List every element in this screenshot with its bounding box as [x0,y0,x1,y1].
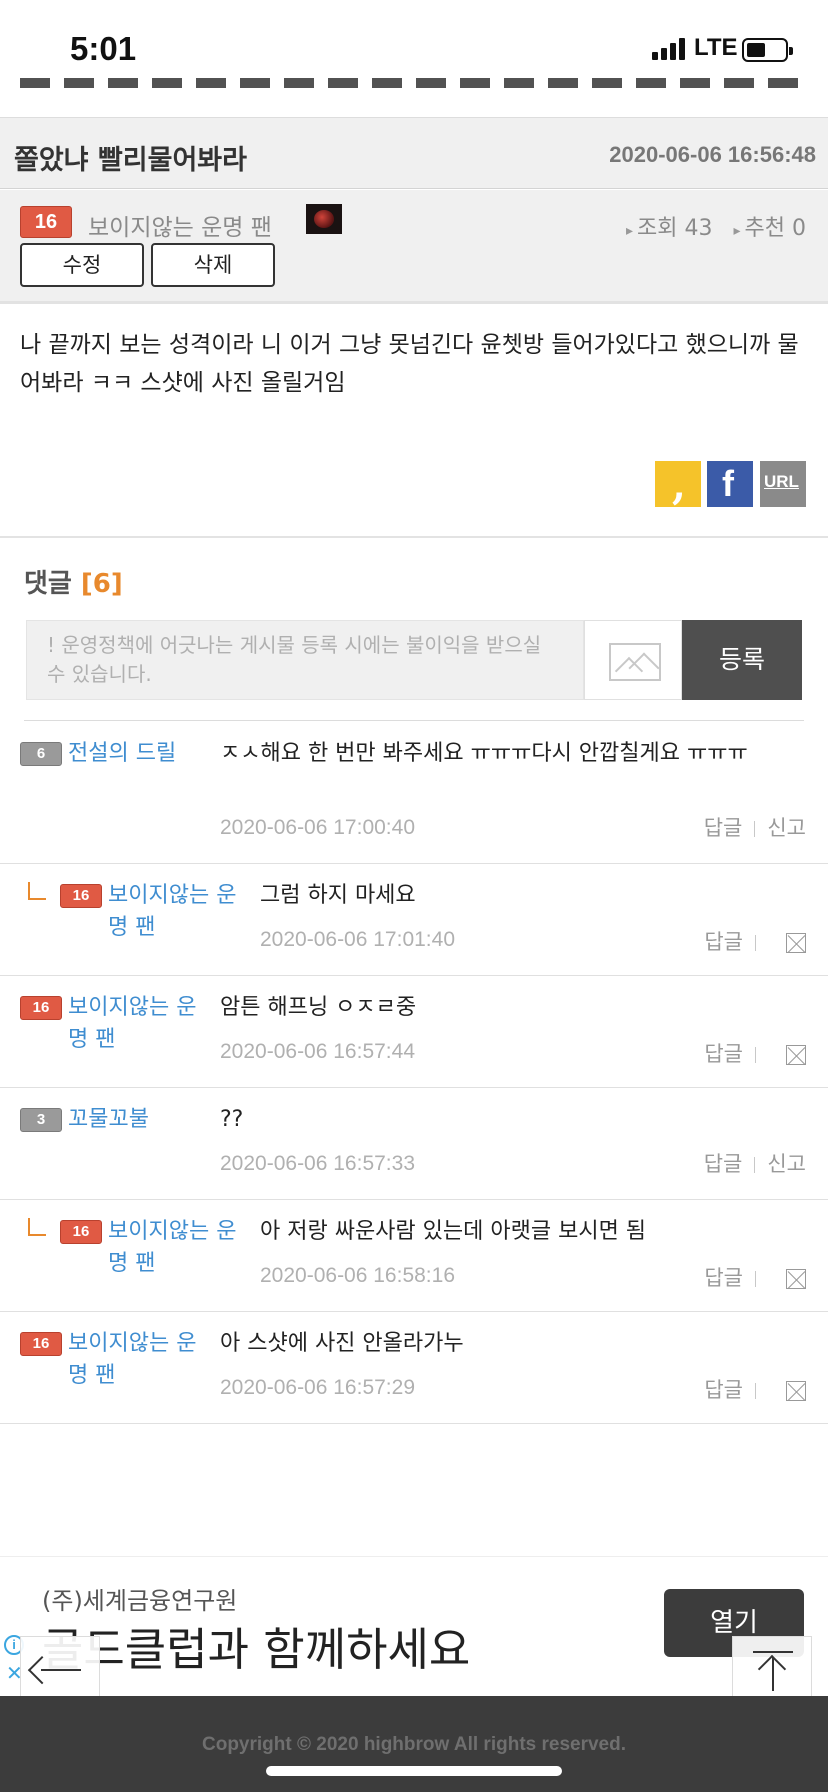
kakao-share-button[interactable]: , [655,461,701,509]
delete-comment-icon[interactable] [786,1045,806,1065]
reply-button[interactable]: 답글 [704,1378,743,1402]
reply-button[interactable]: 답글 [704,816,743,840]
comment-item: 16 보이지않는 운명 팬 아 스샷에 사진 안올라가누 2020-06-06 … [0,1312,828,1424]
delete-comment-icon[interactable] [786,933,806,953]
comment-level-badge: 6 [20,742,62,766]
comment-item: 16 보이지않는 운명 팬 아 저랑 싸운사람 있는데 아랫글 보시면 됨 20… [0,1200,828,1312]
comment-item: 16 보이지않는 운명 팬 암튼 해프닝 ㅇㅈㄹ중 2020-06-06 16:… [0,976,828,1088]
delete-comment-icon[interactable] [786,1381,806,1401]
comment-item: 16 보이지않는 운명 팬 그럼 하지 마세요 2020-06-06 17:01… [0,864,828,976]
footer-copyright: Copyright © 2020 highbrow All rights res… [202,1734,626,1755]
status-bar: 5:01 LTE [0,0,828,100]
comment-author[interactable]: 보이지않는 운명 팬 [108,1216,238,1280]
comment-submit-button[interactable]: 등록 [682,620,802,700]
facebook-share-button[interactable]: f [707,461,753,507]
url-share-button[interactable]: URL [760,461,806,507]
reply-button[interactable]: 답글 [704,1266,743,1290]
comment-level-badge: 16 [20,996,62,1020]
reply-button[interactable]: 답글 [704,1042,743,1066]
post-title: 쫄았냐 빨리물어봐라 [14,145,247,176]
comment-author[interactable]: 보이지않는 운명 팬 [108,880,238,944]
divider [24,720,804,721]
comment-actions: 답글 [704,1038,806,1068]
ad-headline: 골드클럽과 함께하세요 [42,1623,471,1676]
comment-actions: 답글 [704,1374,806,1404]
author-level-badge: 16 [20,206,72,238]
post-title-bar: 쫄았냐 빨리물어봐라 2020-06-06 16:56:48 [0,117,828,189]
ad-banner[interactable]: (주)세계금융연구원 골드클럽과 함께하세요 열기 i ✕ [0,1556,828,1686]
comment-author[interactable]: 꼬물꼬불 [68,1104,208,1136]
scroll-top-icon [753,1651,793,1653]
reply-button[interactable]: 답글 [704,1152,743,1176]
reply-button[interactable]: 답글 [704,930,743,954]
comment-text: 아 스샷에 사진 안올라가누 [220,1331,464,1356]
comment-item: 6 전설의 드릴 ㅈㅅ해요 한 번만 봐주세요 ㅠㅠㅠ다시 안깝칠게요 ㅠㅠㅠ … [0,722,828,864]
edit-button[interactable]: 수정 [20,243,144,287]
comment-date: 2020-06-06 17:01:40 [260,928,455,951]
comment-level-badge: 16 [60,1220,102,1244]
caret-icon: ▸ [733,223,741,239]
signal-icon [652,36,690,60]
comment-level-badge: 16 [60,884,102,908]
back-button[interactable] [20,1636,100,1702]
views-count: 조회 43 [637,216,713,241]
comment-date: 2020-06-06 16:57:29 [220,1376,415,1399]
url-share-label: URL [764,472,799,491]
author-avatar [306,204,342,234]
image-icon [609,643,661,681]
comment-actions: 답글 신고 [704,812,806,842]
comment-text: 아 저랑 싸운사람 있는데 아랫글 보시면 됨 [260,1219,647,1244]
battery-icon [742,38,793,62]
comment-date: 2020-06-06 17:00:40 [220,816,415,839]
comment-text: 암튼 해프닝 ㅇㅈㄹ중 [220,995,417,1020]
report-button[interactable]: 신고 [767,1152,806,1176]
comment-author[interactable]: 보이지않는 운명 팬 [68,992,198,1056]
attach-image-button[interactable] [584,620,682,700]
comment-actions: 답글 [704,926,806,956]
post-date: 2020-06-06 16:56:48 [609,142,816,167]
comment-date: 2020-06-06 16:57:33 [220,1152,415,1175]
delete-button[interactable]: 삭제 [151,243,275,287]
comments-label: 댓글 [24,569,72,599]
post-author[interactable]: 보이지않는 운명 팬 [88,208,272,242]
scroll-top-button[interactable] [732,1636,812,1702]
comment-text: ?? [220,1107,244,1132]
post-stats: ▸ 조회 43 ▸ 추천 0 [612,210,806,242]
kakao-icon: , [672,462,686,509]
recommend-count: 추천 0 [744,216,806,241]
scrolled-content-edge [0,78,828,92]
comment-date: 2020-06-06 16:58:16 [260,1264,455,1287]
comment-date: 2020-06-06 16:57:44 [220,1040,415,1063]
comment-author[interactable]: 전설의 드릴 [68,738,208,770]
comment-text: ㅈㅅ해요 한 번만 봐주세요 ㅠㅠㅠ다시 안깝칠게요 ㅠㅠㅠ [220,741,748,766]
comment-form: ! 운영정책에 어긋나는 게시물 등록 시에는 불이익을 받으실 수 있습니다.… [26,620,802,700]
comment-author[interactable]: 보이지않는 운명 팬 [68,1328,198,1392]
comment-actions: 답글 신고 [704,1148,806,1178]
post-body: 나 끝까지 보는 성격이라 니 이거 그냥 못넘긴다 윤쳇방 들어가있다고 했으… [20,332,799,396]
delete-comment-icon[interactable] [786,1269,806,1289]
caret-icon: ▸ [625,223,634,239]
comment-input[interactable]: ! 운영정책에 어긋나는 게시물 등록 시에는 불이익을 받으실 수 있습니다. [26,620,584,700]
comments-heading: 댓글 [6] [24,563,123,600]
comment-text: 그럼 하지 마세요 [260,883,416,908]
home-indicator[interactable] [266,1766,562,1776]
comment-actions: 답글 [704,1262,806,1292]
divider [0,536,828,538]
comment-item: 3 꼬물꼬불 ?? 2020-06-06 16:57:33 답글 신고 [0,1088,828,1200]
footer: Copyright © 2020 highbrow All rights res… [0,1696,828,1792]
post-meta: 16 보이지않는 운명 팬 ▸ 조회 43 ▸ 추천 0 수정 삭제 [0,190,828,304]
network-label: LTE [694,34,738,61]
report-button[interactable]: 신고 [767,816,806,840]
comment-level-badge: 16 [20,1332,62,1356]
facebook-icon: f [722,463,734,504]
reply-arrow-icon [28,882,46,900]
comments-count: [6] [80,569,123,599]
reply-arrow-icon [28,1218,46,1236]
ad-company: (주)세계금융연구원 [42,1587,238,1615]
status-time: 5:01 [70,30,137,67]
comment-level-badge: 3 [20,1108,62,1132]
